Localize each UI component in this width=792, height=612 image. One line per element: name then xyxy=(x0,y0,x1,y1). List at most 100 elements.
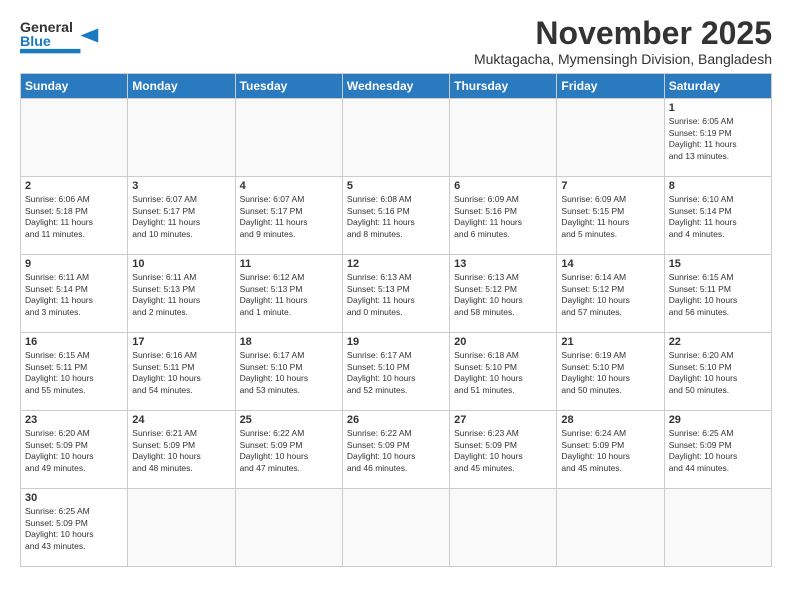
table-row: 27Sunrise: 6:23 AM Sunset: 5:09 PM Dayli… xyxy=(450,411,557,489)
cell-sun-info: Sunrise: 6:22 AM Sunset: 5:09 PM Dayligh… xyxy=(347,428,445,474)
calendar-week-row: 2Sunrise: 6:06 AM Sunset: 5:18 PM Daylig… xyxy=(21,177,772,255)
calendar-week-row: 30Sunrise: 6:25 AM Sunset: 5:09 PM Dayli… xyxy=(21,489,772,567)
cell-date-number: 19 xyxy=(347,336,445,348)
table-row: 1 Sunrise: 6:05 AM Sunset: 5:19 PM Daylig… xyxy=(664,99,771,177)
table-row: 19 Sunrise: 6:17 AM Sunset: 5:10 PM Dayli… xyxy=(342,333,449,411)
col-thursday: Thursday xyxy=(450,74,557,99)
table-row: 12 Sunrise: 6:13 AM Sunset: 5:13 PM Dayli… xyxy=(342,255,449,333)
table-row: 22 Sunrise: 6:20 AM Sunset: 5:10 PM Dayli… xyxy=(664,333,771,411)
cell-sun-info: Sunrise: 6:10 AM Sunset: 5:14 PM Dayligh… xyxy=(669,194,767,240)
table-row: 23 Sunrise: 6:20 AM Sunset: 5:09 PM Dayli… xyxy=(21,411,128,489)
cell-sun-info: Sunrise: 6:19 AM Sunset: 5:10 PM Dayligh… xyxy=(561,350,659,396)
cell-sun-info: Sunrise: 6:08 AM Sunset: 5:16 PM Dayligh… xyxy=(347,194,445,240)
table-row xyxy=(450,489,557,567)
calendar-header-row: Sunday Monday Tuesday Wednesday Thursday… xyxy=(21,74,772,99)
col-saturday: Saturday xyxy=(664,74,771,99)
cell-date-number: 11 xyxy=(240,258,338,270)
calendar-table: Sunday Monday Tuesday Wednesday Thursday… xyxy=(20,73,772,567)
cell-sun-info: Sunrise: 6:07 AM Sunset: 5:17 PM Dayligh… xyxy=(240,194,338,240)
page-title: November 2025 xyxy=(474,16,772,51)
table-row: 26 Sunrise: 6:22 AM Sunset: 5:09 PM Dayli… xyxy=(342,411,449,489)
cell-sun-info: Sunrise: 6:11 AM Sunset: 5:13 PM Dayligh… xyxy=(132,272,230,318)
header: General Blue November 2025 Muktagacha, M… xyxy=(20,16,772,67)
table-row xyxy=(128,99,235,177)
table-row: 18Sunrise: 6:17 AM Sunset: 5:10 PM Dayli… xyxy=(235,333,342,411)
cell-sun-info: Sunrise: 6:16 AM Sunset: 5:11 PM Dayligh… xyxy=(132,350,230,396)
calendar-week-row: 9Sunrise: 6:11 AM Sunset: 5:14 PM Daylig… xyxy=(21,255,772,333)
table-row: 21 Sunrise: 6:19 AM Sunset: 5:10 PM Dayli… xyxy=(557,333,664,411)
logo-svg: General Blue xyxy=(20,16,100,56)
table-row xyxy=(235,99,342,177)
table-row xyxy=(235,489,342,567)
table-row xyxy=(450,99,557,177)
cell-date-number: 26 xyxy=(347,414,445,426)
col-monday: Monday xyxy=(128,74,235,99)
title-block: November 2025 Muktagacha, Mymensingh Div… xyxy=(474,16,772,67)
table-row: 8Sunrise: 6:10 AM Sunset: 5:14 PM Daylig… xyxy=(664,177,771,255)
cell-date-number: 3 xyxy=(132,180,230,192)
table-row: 30Sunrise: 6:25 AM Sunset: 5:09 PM Dayli… xyxy=(21,489,128,567)
table-row: 25 Sunrise: 6:22 AM Sunset: 5:09 PM Dayli… xyxy=(235,411,342,489)
cell-date-number: 6 xyxy=(454,180,552,192)
cell-sun-info: Sunrise: 6:20 AM Sunset: 5:10 PM Dayligh… xyxy=(669,350,767,396)
cell-date-number: 12 xyxy=(347,258,445,270)
table-row: 15Sunrise: 6:15 AM Sunset: 5:11 PM Dayli… xyxy=(664,255,771,333)
col-wednesday: Wednesday xyxy=(342,74,449,99)
cell-date-number: 21 xyxy=(561,336,659,348)
col-friday: Friday xyxy=(557,74,664,99)
cell-date-number: 1 xyxy=(669,102,767,114)
table-row: 28 Sunrise: 6:24 AM Sunset: 5:09 PM Dayli… xyxy=(557,411,664,489)
cell-sun-info: Sunrise: 6:12 AM Sunset: 5:13 PM Dayligh… xyxy=(240,272,338,318)
cell-sun-info: Sunrise: 6:06 AM Sunset: 5:18 PM Dayligh… xyxy=(25,194,123,240)
cell-date-number: 25 xyxy=(240,414,338,426)
table-row xyxy=(557,489,664,567)
table-row xyxy=(342,489,449,567)
cell-date-number: 17 xyxy=(132,336,230,348)
cell-date-number: 23 xyxy=(25,414,123,426)
table-row xyxy=(557,99,664,177)
cell-date-number: 20 xyxy=(454,336,552,348)
table-row xyxy=(342,99,449,177)
cell-date-number: 10 xyxy=(132,258,230,270)
cell-sun-info: Sunrise: 6:05 AM Sunset: 5:19 PM Dayligh… xyxy=(669,116,767,162)
cell-sun-info: Sunrise: 6:21 AM Sunset: 5:09 PM Dayligh… xyxy=(132,428,230,474)
table-row: 17 Sunrise: 6:16 AM Sunset: 5:11 PM Dayli… xyxy=(128,333,235,411)
cell-date-number: 4 xyxy=(240,180,338,192)
table-row xyxy=(128,489,235,567)
cell-sun-info: Sunrise: 6:09 AM Sunset: 5:16 PM Dayligh… xyxy=(454,194,552,240)
table-row xyxy=(21,99,128,177)
cell-sun-info: Sunrise: 6:09 AM Sunset: 5:15 PM Dayligh… xyxy=(561,194,659,240)
cell-date-number: 22 xyxy=(669,336,767,348)
cell-sun-info: Sunrise: 6:18 AM Sunset: 5:10 PM Dayligh… xyxy=(454,350,552,396)
cell-sun-info: Sunrise: 6:23 AM Sunset: 5:09 PM Dayligh… xyxy=(454,428,552,474)
cell-sun-info: Sunrise: 6:17 AM Sunset: 5:10 PM Dayligh… xyxy=(347,350,445,396)
cell-sun-info: Sunrise: 6:17 AM Sunset: 5:10 PM Dayligh… xyxy=(240,350,338,396)
table-row: 24Sunrise: 6:21 AM Sunset: 5:09 PM Dayli… xyxy=(128,411,235,489)
cell-sun-info: Sunrise: 6:20 AM Sunset: 5:09 PM Dayligh… xyxy=(25,428,123,474)
cell-sun-info: Sunrise: 6:22 AM Sunset: 5:09 PM Dayligh… xyxy=(240,428,338,474)
cell-sun-info: Sunrise: 6:14 AM Sunset: 5:12 PM Dayligh… xyxy=(561,272,659,318)
table-row: 10 Sunrise: 6:11 AM Sunset: 5:13 PM Dayli… xyxy=(128,255,235,333)
table-row: 14 Sunrise: 6:14 AM Sunset: 5:12 PM Dayli… xyxy=(557,255,664,333)
col-sunday: Sunday xyxy=(21,74,128,99)
cell-date-number: 15 xyxy=(669,258,767,270)
table-row: 6 Sunrise: 6:09 AM Sunset: 5:16 PM Daylig… xyxy=(450,177,557,255)
cell-date-number: 29 xyxy=(669,414,767,426)
table-row xyxy=(664,489,771,567)
cell-date-number: 14 xyxy=(561,258,659,270)
table-row: 4 Sunrise: 6:07 AM Sunset: 5:17 PM Daylig… xyxy=(235,177,342,255)
cell-date-number: 28 xyxy=(561,414,659,426)
table-row: 29 Sunrise: 6:25 AM Sunset: 5:09 PM Dayli… xyxy=(664,411,771,489)
cell-sun-info: Sunrise: 6:15 AM Sunset: 5:11 PM Dayligh… xyxy=(25,350,123,396)
cell-sun-info: Sunrise: 6:24 AM Sunset: 5:09 PM Dayligh… xyxy=(561,428,659,474)
cell-sun-info: Sunrise: 6:11 AM Sunset: 5:14 PM Dayligh… xyxy=(25,272,123,318)
cell-sun-info: Sunrise: 6:25 AM Sunset: 5:09 PM Dayligh… xyxy=(669,428,767,474)
table-row: 3Sunrise: 6:07 AM Sunset: 5:17 PM Daylig… xyxy=(128,177,235,255)
table-row: 7Sunrise: 6:09 AM Sunset: 5:15 PM Daylig… xyxy=(557,177,664,255)
cell-date-number: 16 xyxy=(25,336,123,348)
cell-date-number: 30 xyxy=(25,492,123,504)
cell-sun-info: Sunrise: 6:13 AM Sunset: 5:13 PM Dayligh… xyxy=(347,272,445,318)
table-row: 13Sunrise: 6:13 AM Sunset: 5:12 PM Dayli… xyxy=(450,255,557,333)
table-row: 16 Sunrise: 6:15 AM Sunset: 5:11 PM Dayli… xyxy=(21,333,128,411)
page: General Blue November 2025 Muktagacha, M… xyxy=(0,0,792,612)
